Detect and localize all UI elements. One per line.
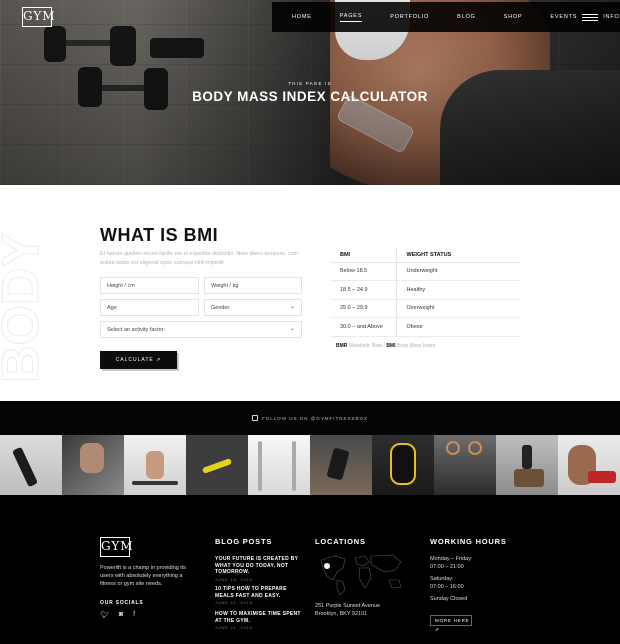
activity-select[interactable]: Select an activity factor: ⌄: [100, 321, 302, 338]
section-title: WHAT IS BMI: [100, 225, 219, 245]
locations-heading: LOCATIONS: [315, 537, 366, 546]
height-input[interactable]: Height / cm: [100, 277, 199, 294]
table-header-row: BMI WEIGHT STATUS: [330, 248, 520, 263]
gallery-thumb[interactable]: [372, 435, 434, 495]
chevron-down-icon: ⌄: [289, 326, 295, 332]
instagram-icon[interactable]: ◙: [119, 611, 123, 619]
post-date: JUNE 21, 2019: [215, 625, 253, 630]
weight-input[interactable]: Weight / kg: [204, 277, 302, 294]
nav-shop[interactable]: SHOP: [504, 14, 523, 20]
facebook-icon[interactable]: f: [133, 611, 135, 619]
location-pin-icon: [324, 563, 330, 569]
table-cell: Below 18.5: [330, 262, 397, 281]
nav-events[interactable]: EVENTS: [550, 14, 577, 20]
bmi-table: BMI WEIGHT STATUS Below 18.5 Underweight…: [330, 248, 520, 337]
gallery-thumb[interactable]: [124, 435, 186, 495]
hours-heading: WORKING HOURS: [430, 537, 507, 546]
working-hours: Monday – Friday: 07:00 – 21:00 Saturday:…: [430, 556, 473, 602]
nav-info[interactable]: INFO: [603, 14, 619, 20]
table-row: Below 18.5 Underweight: [330, 262, 520, 281]
instagram-gallery: [0, 435, 620, 495]
gallery-thumb[interactable]: [62, 435, 124, 495]
post-date: JUNE 18, 2019: [215, 576, 253, 582]
table-header: WEIGHT STATUS: [396, 248, 520, 263]
gallery-thumb[interactable]: [558, 435, 620, 495]
nav-pages[interactable]: PAGES: [339, 13, 363, 22]
blog-post[interactable]: YOUR FUTURE IS CREATED BY WHAT YOU DO TO…: [215, 556, 305, 582]
post-title[interactable]: HOW TO MAXIMISE TIME SPENT AT THE GYM.: [215, 611, 305, 624]
table-row: 30.0 – and Above Obese: [330, 317, 520, 337]
footer-logo[interactable]: GYM: [100, 537, 133, 557]
footer-about: Powerlift is a champ in providing its us…: [100, 565, 186, 587]
arrow-icon: ⇗: [156, 357, 162, 363]
instagram-icon: [251, 415, 258, 421]
site-logo[interactable]: GYM: [22, 7, 55, 27]
table-cell: Obese: [396, 317, 520, 337]
table-note: BMR Metabolic Rate / BMI Body Mass Index: [336, 343, 436, 349]
table-cell: Underweight: [396, 262, 520, 281]
blog-heading: BLOG POSTS: [215, 537, 273, 546]
body-watermark: BODY: [0, 232, 44, 383]
post-title[interactable]: YOUR FUTURE IS CREATED BY WHAT YOU DO TO…: [215, 556, 305, 576]
footer: GYM Powerlift is a champ in providing it…: [0, 495, 620, 644]
gender-select[interactable]: Gender ⌄: [204, 299, 302, 316]
world-map: [320, 554, 402, 596]
nav-blog[interactable]: BLOG: [457, 14, 475, 20]
chevron-down-icon: ⌄: [289, 304, 295, 310]
nav-portfolio[interactable]: PORTFOLIO: [390, 14, 429, 20]
table-cell: 30.0 – and Above: [330, 317, 397, 337]
table-cell: Overweight: [396, 299, 520, 318]
post-date: JUNE 21, 2019: [215, 600, 253, 605]
hero-kicker: THIS PAGE IS: [288, 81, 332, 86]
more-here-button[interactable]: MORE HERE ⇗: [430, 615, 472, 632]
socials-heading: OUR SOCIALS: [100, 600, 144, 606]
hero-banner: GYM HOME PAGES PORTFOLIO BLOG SHOP EVENT…: [0, 0, 620, 185]
gallery-thumb[interactable]: [0, 435, 62, 495]
svg-text:BODY: BODY: [0, 233, 44, 383]
gallery-thumb[interactable]: [186, 435, 248, 495]
blog-post[interactable]: 10 TIPS HOW TO PREPARE MEALS FAST AND EA…: [215, 586, 305, 605]
nav-home[interactable]: HOME: [292, 14, 312, 20]
section-description: Et harum quidem rerum facilis est et exp…: [100, 251, 299, 266]
gallery-thumb[interactable]: [434, 435, 496, 495]
table-row: 25.0 – 29.9 Overweight: [330, 299, 520, 318]
post-title[interactable]: 10 TIPS HOW TO PREPARE MEALS FAST AND EA…: [215, 586, 305, 599]
gallery-thumb[interactable]: [310, 435, 372, 495]
gallery-thumb[interactable]: [248, 435, 310, 495]
twitter-icon[interactable]: 🐦︎: [100, 611, 109, 619]
calculate-button[interactable]: CALCULATE ⇗: [100, 351, 177, 369]
address: 251 Purple Sunset Avenue Brooklyn, BKY 9…: [315, 603, 381, 617]
table-cell: 25.0 – 29.9: [330, 299, 397, 318]
table-cell: 18.5 – 24.9: [330, 280, 397, 300]
table-header: BMI: [330, 248, 397, 263]
menu-icon[interactable]: [582, 14, 598, 23]
instagram-bar: FOLLOW US ON @GYMFITNESSBOX: [0, 401, 620, 435]
age-input[interactable]: Age: [100, 299, 199, 316]
blog-post[interactable]: HOW TO MAXIMISE TIME SPENT AT THE GYM. J…: [215, 611, 305, 630]
table-cell: Healthy: [396, 280, 520, 300]
arrow-icon: ⇗: [435, 627, 440, 632]
gallery-thumb[interactable]: [496, 435, 558, 495]
social-links: 🐦︎ ◙ f: [100, 611, 135, 619]
page-title: BODY MASS INDEX CALCULATOR: [192, 89, 428, 104]
instagram-follow-link[interactable]: FOLLOW US ON @GYMFITNESSBOX: [0, 415, 620, 421]
table-row: 18.5 – 24.9 Healthy: [330, 280, 520, 300]
main-nav: HOME PAGES PORTFOLIO BLOG SHOP EVENTS IN…: [272, 2, 620, 32]
